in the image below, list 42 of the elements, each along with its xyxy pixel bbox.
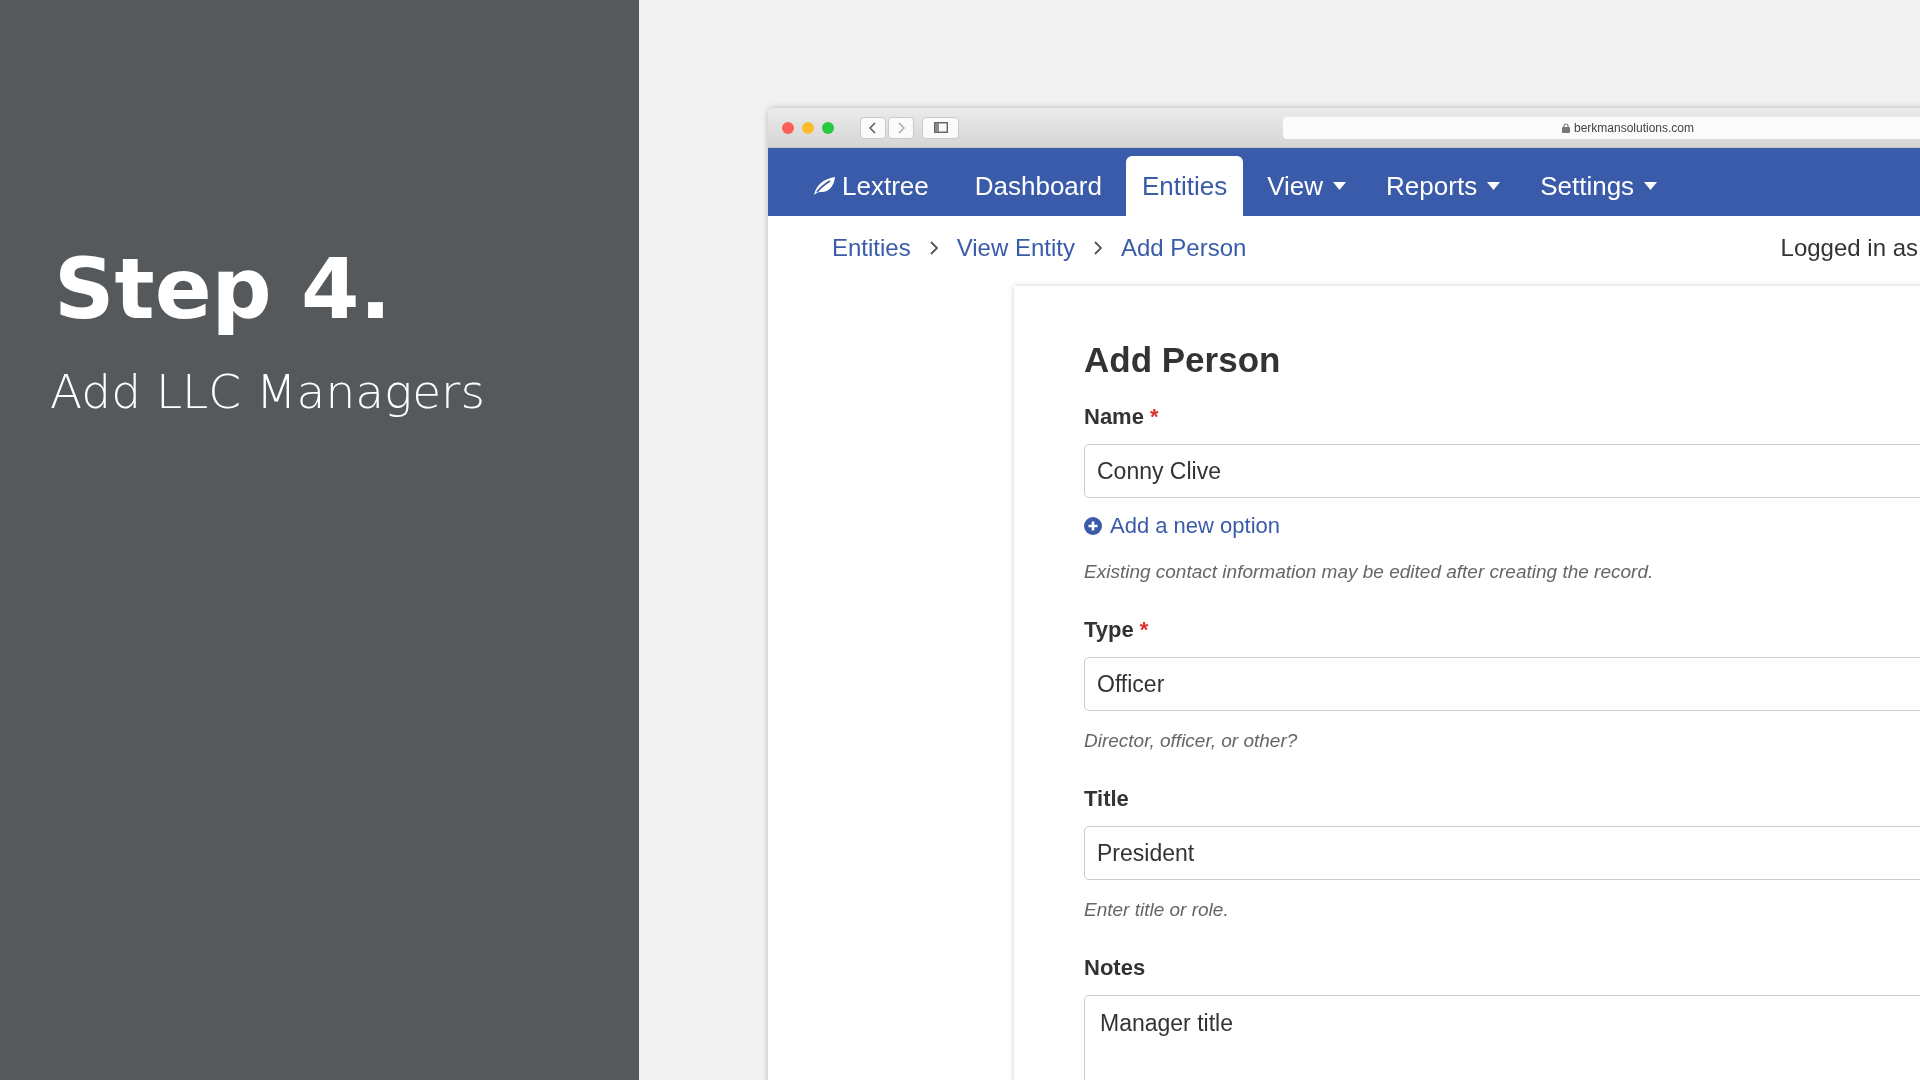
nav-tab[interactable]: View (1251, 156, 1363, 216)
required-mark: * (1139, 617, 1149, 643)
required-mark: * (1149, 404, 1159, 430)
sidebar-button[interactable] (922, 116, 959, 139)
address-bar[interactable]: berkmansolutions.com (1283, 116, 1920, 139)
field-label: Notes (1084, 955, 1146, 981)
add-option-link[interactable]: Add a new option (1084, 513, 1281, 539)
sidebar-icon (933, 122, 948, 133)
forward-button[interactable] (888, 116, 914, 139)
close-button[interactable] (782, 121, 794, 134)
leaf-icon (812, 176, 836, 196)
chevron-icon (928, 240, 939, 256)
help-text: Existing contact information may be edited after creating the record. (1084, 561, 1655, 583)
text-field[interactable]: Conny Clive (1084, 444, 1920, 498)
text-field[interactable]: Officer (1084, 657, 1920, 711)
login-status: Logged in as (1780, 234, 1918, 262)
slide-heading: Step 4. (54, 240, 392, 338)
minimize-button[interactable] (802, 121, 814, 134)
breadcrumb-link[interactable]: View Entity (956, 234, 1075, 262)
chevron-right-icon (897, 121, 905, 134)
lock-icon (1561, 122, 1570, 133)
nav-tab[interactable]: Entities (1125, 156, 1244, 216)
brand-link[interactable]: Lextree (800, 156, 941, 216)
nav-tab[interactable]: Reports (1370, 156, 1517, 216)
breadcrumb-link[interactable]: Entities (832, 234, 911, 262)
breadcrumb-link[interactable]: Add Person (1121, 234, 1247, 262)
field-label: Name (1084, 404, 1144, 430)
form-title: Add Person (1084, 340, 1282, 380)
back-button[interactable] (860, 116, 886, 139)
chevron-icon (1093, 240, 1103, 256)
field-label: Title (1084, 786, 1129, 812)
slide-subheading: Add LLC Managers (50, 364, 485, 419)
plus-circle-icon (1084, 517, 1102, 535)
nav-tab[interactable]: Dashboard (958, 156, 1118, 216)
text-field[interactable]: President (1084, 826, 1920, 880)
maximize-button[interactable] (822, 121, 834, 134)
field-label: Type (1084, 617, 1134, 643)
chevron-left-icon (869, 121, 877, 134)
help-text: Enter title or role. (1084, 899, 1230, 921)
help-text: Director, officer, or other? (1084, 730, 1299, 752)
notes-field[interactable]: Manager title (1084, 995, 1920, 1080)
nav-tab[interactable]: Settings (1524, 156, 1674, 216)
